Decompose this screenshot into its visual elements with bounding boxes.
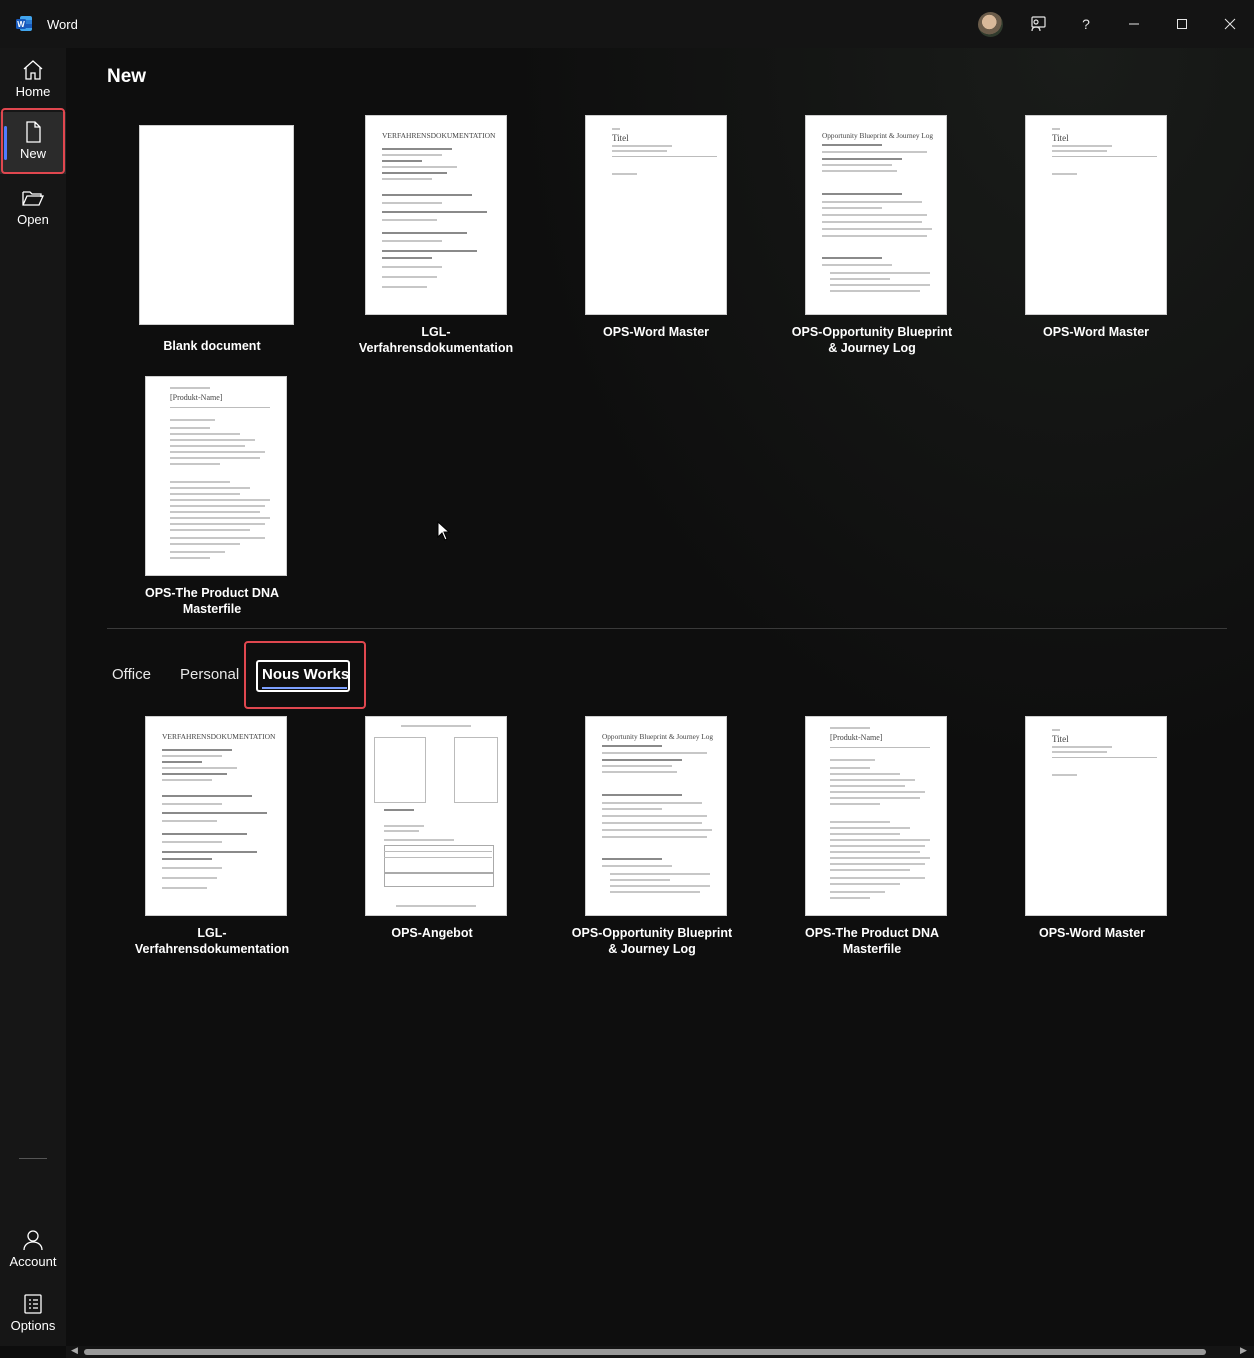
sidebar-item-open[interactable]: Open	[0, 178, 66, 240]
template-thumbnail	[365, 716, 507, 916]
minimize-icon[interactable]	[1122, 12, 1146, 36]
section-divider	[107, 628, 1227, 629]
sidebar-item-label: Account	[9, 1254, 57, 1269]
template-thumbnail: VERFAHRENSDOKUMENTATION	[145, 716, 287, 916]
template-card-lgl[interactable]: VERFAHRENSDOKUMENTATION LGL- Verfahrensd…	[326, 114, 546, 364]
svg-text:W: W	[17, 20, 25, 29]
template-card-ops-word-master[interactable]: Titel OPS-Word Master	[546, 114, 766, 364]
template-label: LGL- Verfahrensdokumentation	[358, 325, 514, 355]
account-icon	[23, 1230, 43, 1251]
template-label: OPS-Word Master	[602, 325, 710, 339]
help-icon[interactable]: ?	[1074, 12, 1098, 36]
feedback-icon[interactable]	[1026, 12, 1050, 36]
template-card-blank[interactable]: Blank document	[102, 114, 322, 364]
sidebar-item-label: Options	[10, 1318, 56, 1333]
template-thumbnail: Titel	[585, 115, 727, 315]
template-card-ops-word-master-3[interactable]: Titel OPS-Word Master	[982, 716, 1202, 966]
thumb-heading: Titel	[1052, 133, 1069, 143]
thumb-heading: [Produkt-Name]	[170, 393, 223, 402]
template-label: Blank document	[163, 339, 261, 353]
thumb-heading: [Produkt-Name]	[830, 733, 883, 742]
page-title: New	[107, 66, 147, 87]
template-thumbnail: [Produkt-Name]	[145, 376, 287, 576]
folder-icon	[22, 191, 45, 206]
template-thumbnail: [Produkt-Name]	[805, 716, 947, 916]
template-card-ops-opportunity-2[interactable]: Opportunity Blueprint & Journey Log OPS-…	[542, 716, 762, 966]
template-thumbnail: Titel	[1025, 716, 1167, 916]
maximize-icon[interactable]	[1170, 12, 1194, 36]
template-label: OPS-Angebot	[391, 926, 473, 940]
template-thumbnail: Opportunity Blueprint & Journey Log	[585, 716, 727, 916]
avatar[interactable]	[978, 12, 1003, 37]
thumb-heading: Opportunity Blueprint & Journey Log	[602, 732, 714, 741]
sidebar-divider	[19, 1158, 47, 1159]
sidebar-item-account[interactable]: Account	[0, 1220, 66, 1290]
thumb-heading: Titel	[612, 133, 629, 143]
options-icon	[24, 1294, 42, 1314]
template-thumbnail: VERFAHRENSDOKUMENTATION	[365, 115, 507, 315]
title-bar: W Word ?	[0, 0, 1254, 48]
home-icon	[23, 60, 43, 80]
scroll-right-icon[interactable]: ▶	[1240, 1345, 1247, 1356]
thumb-heading: Opportunity Blueprint & Journey Log	[822, 131, 934, 140]
template-card-ops-word-master-2[interactable]: Titel OPS-Word Master	[986, 114, 1206, 364]
word-logo-icon: W	[16, 16, 32, 31]
sidebar-item-label: Home	[15, 84, 51, 99]
template-card-ops-angebot[interactable]: OPS-Angebot	[322, 716, 542, 966]
sidebar-item-label: Open	[17, 212, 49, 227]
template-label: LGL- Verfahrensdokumentation	[134, 926, 290, 956]
thumb-heading: VERFAHRENSDOKUMENTATION	[382, 131, 496, 140]
template-thumbnail: Opportunity Blueprint & Journey Log	[805, 115, 947, 315]
template-label: OPS-Word Master	[1038, 926, 1146, 940]
template-label: OPS-The Product DNA Masterfile	[144, 586, 280, 616]
sidebar-item-home[interactable]: Home	[0, 50, 66, 112]
app-title: Word	[47, 17, 78, 32]
mouse-cursor-icon	[437, 521, 451, 541]
template-label: OPS-Opportunity Blueprint & Journey Log	[571, 926, 733, 956]
tab-personal[interactable]: Personal	[180, 666, 239, 683]
thumb-heading: VERFAHRENSDOKUMENTATION	[162, 732, 276, 741]
template-label: OPS-The Product DNA Masterfile	[804, 926, 940, 956]
scroll-left-icon[interactable]: ◀	[71, 1345, 78, 1356]
template-card-ops-opportunity[interactable]: Opportunity Blueprint & Journey Log OPS-…	[762, 114, 982, 364]
template-card-product-dna-2[interactable]: [Produkt-Name] OPS-The Product DNA Maste…	[762, 716, 982, 966]
close-icon[interactable]	[1218, 12, 1242, 36]
highlight-box-new	[1, 108, 65, 174]
template-card-lgl-2[interactable]: VERFAHRENSDOKUMENTATION LGL- Verfahrensd…	[102, 716, 322, 966]
thumb-heading: Titel	[1052, 734, 1069, 744]
backstage-sidebar	[0, 48, 66, 1346]
template-card-product-dna[interactable]: [Produkt-Name] OPS-The Product DNA Maste…	[102, 376, 322, 626]
scrollbar-thumb[interactable]	[84, 1349, 1206, 1355]
tab-office[interactable]: Office	[112, 666, 151, 683]
highlight-box-nous-works	[244, 641, 366, 709]
template-label: OPS-Word Master	[1042, 325, 1150, 339]
sidebar-item-options[interactable]: Options	[0, 1284, 66, 1340]
template-thumbnail	[139, 125, 294, 325]
template-label: OPS-Opportunity Blueprint & Journey Log	[791, 325, 953, 355]
template-thumbnail: Titel	[1025, 115, 1167, 315]
